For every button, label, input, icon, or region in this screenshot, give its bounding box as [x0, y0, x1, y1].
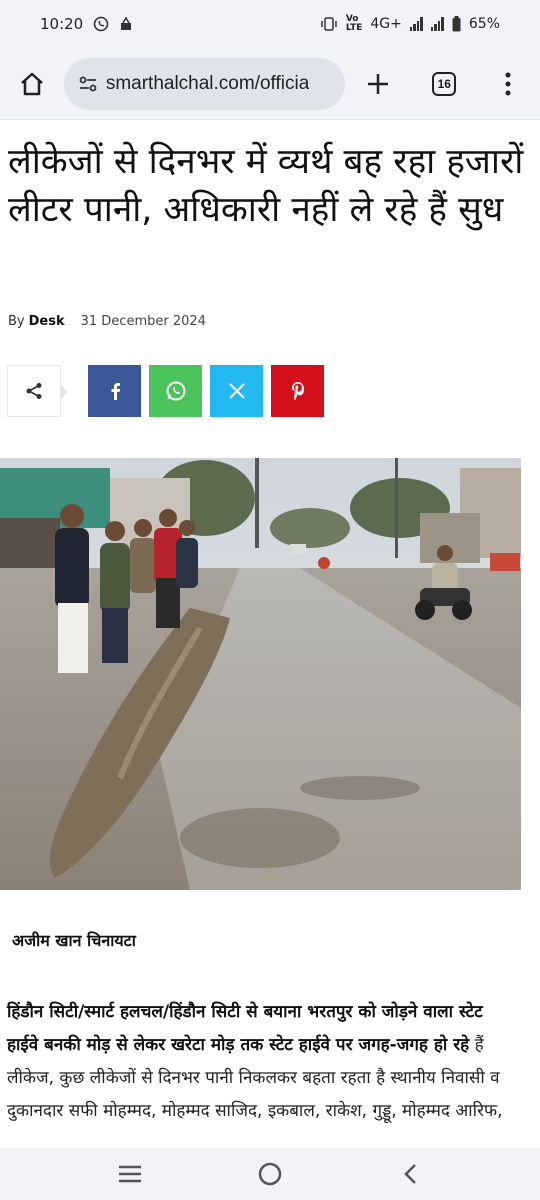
share-button[interactable]	[7, 365, 68, 417]
whatsapp-share-button[interactable]	[149, 365, 202, 417]
pinterest-share-button[interactable]	[271, 365, 324, 417]
back-button[interactable]	[386, 1150, 434, 1198]
facebook-share-button[interactable]	[88, 365, 141, 417]
x-share-button[interactable]	[210, 365, 263, 417]
plus-icon	[368, 73, 389, 94]
more-vert-icon	[505, 72, 511, 95]
system-navigation-bar	[0, 1148, 540, 1200]
signal-icon	[409, 17, 423, 31]
url-text: smarthalchal.com/officia	[105, 72, 310, 94]
back-chevron-icon	[404, 1164, 416, 1184]
status-bar: 10:20 Vo LTE 4G+ 65%	[0, 0, 540, 48]
article-title: लीकेजों से दिनभर में व्यर्थ बह रहा हजारो…	[8, 142, 524, 230]
pinterest-icon	[291, 382, 304, 401]
tab-count: 16	[432, 71, 457, 96]
site-settings-icon	[79, 76, 97, 91]
body-lead: हिंडौन सिटी/स्मार्ट हलचल/हिंडौन सिटी से …	[7, 1002, 483, 1055]
recents-button[interactable]	[106, 1150, 154, 1198]
network-type: 4G+	[370, 16, 402, 32]
home-circle-icon	[258, 1162, 282, 1186]
home-nav-button[interactable]	[246, 1150, 294, 1198]
by-label: By	[8, 314, 25, 329]
battery-icon	[452, 16, 461, 32]
app-notification-icon	[119, 17, 133, 31]
article-meta: By Desk 31 December 2024	[8, 314, 206, 329]
volte-icon: Vo LTE	[345, 14, 363, 33]
author-link[interactable]: Desk	[29, 314, 65, 329]
status-time: 10:20	[40, 15, 84, 33]
tab-switcher-button[interactable]: 16	[424, 64, 464, 104]
menu-button[interactable]	[488, 64, 528, 104]
vibrate-icon	[320, 17, 338, 31]
share-icon	[26, 383, 42, 399]
recents-icon	[119, 1165, 141, 1183]
article-byline: अजीम खान चिनायटा	[12, 931, 136, 950]
share-row	[7, 365, 324, 417]
browser-toolbar: smarthalchal.com/officia 16	[0, 48, 540, 120]
whatsapp-notification-icon	[93, 16, 109, 32]
publish-date: 31 December 2024	[80, 314, 206, 329]
new-tab-button[interactable]	[359, 64, 399, 104]
address-bar[interactable]: smarthalchal.com/officia	[63, 57, 345, 110]
article-photo	[0, 458, 521, 890]
signal-icon-2	[430, 17, 444, 31]
x-icon	[228, 383, 245, 399]
facebook-icon	[111, 383, 120, 400]
article-body: हिंडौन सिटी/स्मार्ट हलचल/हिंडौन सिटी से …	[7, 996, 507, 1128]
home-icon	[21, 72, 43, 95]
whatsapp-icon	[166, 381, 185, 401]
home-button[interactable]	[12, 64, 52, 104]
battery-percent: 65%	[468, 16, 500, 32]
